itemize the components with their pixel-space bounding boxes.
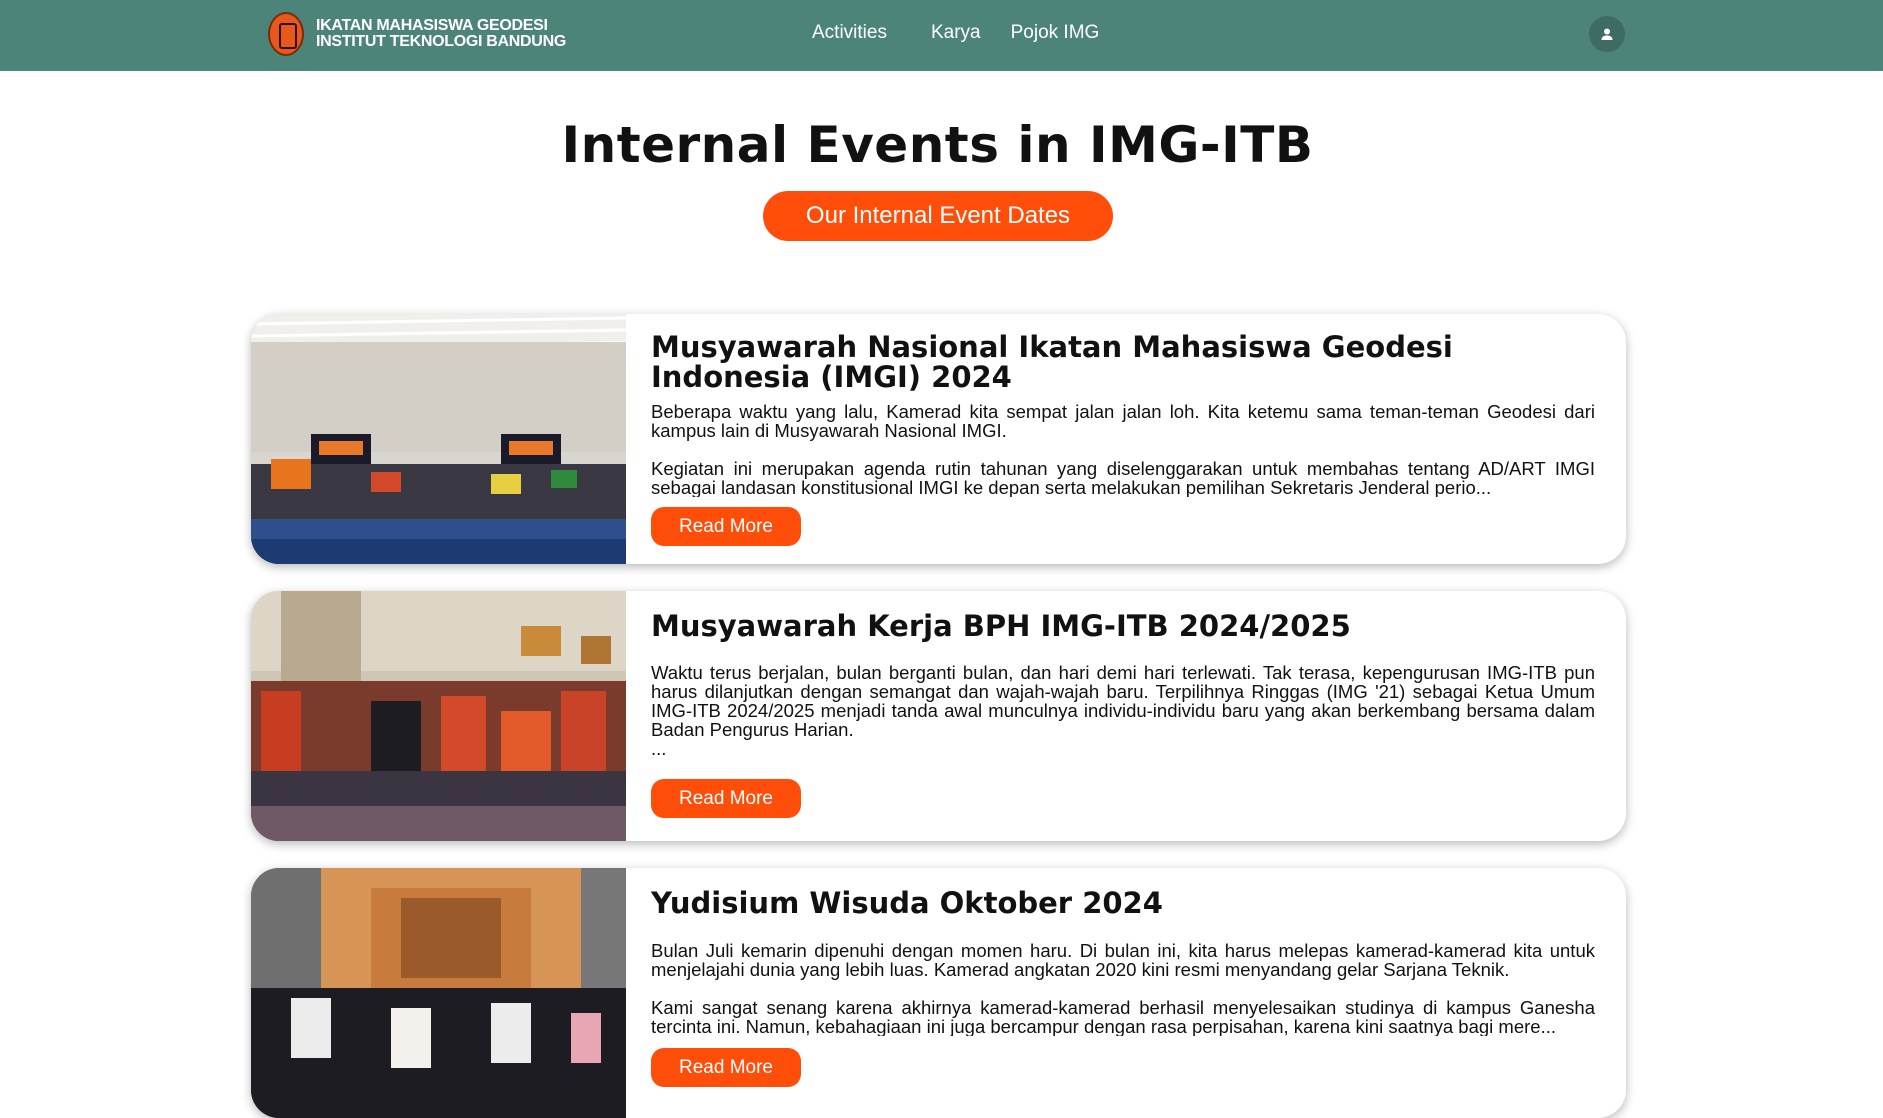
event-photo bbox=[251, 868, 626, 1118]
event-photo bbox=[251, 314, 626, 564]
read-more-button[interactable]: Read More bbox=[651, 507, 801, 546]
person-icon bbox=[1601, 28, 1613, 40]
event-summary: Bulan Juli kemarin dipenuhi dengan momen… bbox=[651, 940, 1595, 980]
event-card: Musyawarah Kerja BPH IMG-ITB 2024/2025 W… bbox=[251, 591, 1626, 841]
event-summary: Waktu terus berjalan, bulan berganti bul… bbox=[651, 662, 1595, 740]
event-summary-more: ... bbox=[651, 738, 667, 759]
event-title: Musyawarah Nasional Ikatan Mahasiswa Geo… bbox=[651, 330, 1453, 394]
nav-link-karya[interactable]: Karya bbox=[931, 22, 981, 44]
brand-home-link[interactable]: IKATAN MAHASISWA GEODESI INSTITUT TEKNOL… bbox=[268, 11, 566, 57]
event-summary-more: Kegiatan ini merupakan agenda rutin tahu… bbox=[651, 459, 1595, 497]
event-card: Musyawarah Nasional Ikatan Mahasiswa Geo… bbox=[251, 314, 1626, 564]
nav-link-activities[interactable]: Activities bbox=[812, 22, 887, 44]
munas-group-photo bbox=[251, 314, 626, 564]
internal-event-dates-button[interactable]: Our Internal Event Dates bbox=[763, 191, 1113, 241]
brand-line-2: INSTITUT TEKNOLOGI BANDUNG bbox=[316, 33, 566, 50]
brand-line-1: IKATAN MAHASISWA GEODESI bbox=[316, 17, 548, 34]
top-navbar: IKATAN MAHASISWA GEODESI INSTITUT TEKNOL… bbox=[0, 0, 1883, 71]
nav-link-pojok-img[interactable]: Pojok IMG bbox=[1011, 22, 1100, 44]
musker-group-photo bbox=[251, 591, 626, 841]
user-account-button[interactable] bbox=[1589, 16, 1625, 52]
brand-text: IKATAN MAHASISWA GEODESI INSTITUT TEKNOL… bbox=[316, 18, 566, 50]
img-itb-logo-icon bbox=[268, 12, 304, 56]
read-more-button[interactable]: Read More bbox=[651, 779, 801, 818]
event-title: Yudisium Wisuda Oktober 2024 bbox=[651, 886, 1163, 920]
yudisium-group-photo bbox=[251, 868, 626, 1118]
event-summary: Beberapa waktu yang lalu, Kamerad kita s… bbox=[651, 401, 1595, 441]
page-title: Internal Events in IMG-ITB bbox=[561, 116, 1314, 174]
event-card: Yudisium Wisuda Oktober 2024 Bulan Juli … bbox=[251, 868, 1626, 1118]
event-title: Musyawarah Kerja BPH IMG-ITB 2024/2025 bbox=[651, 609, 1351, 643]
event-summary-more: Kami sangat senang karena akhirnya kamer… bbox=[651, 998, 1595, 1036]
nav-links: Activities Karya Pojok IMG bbox=[812, 22, 1099, 44]
read-more-button[interactable]: Read More bbox=[651, 1048, 801, 1087]
event-photo bbox=[251, 591, 626, 841]
